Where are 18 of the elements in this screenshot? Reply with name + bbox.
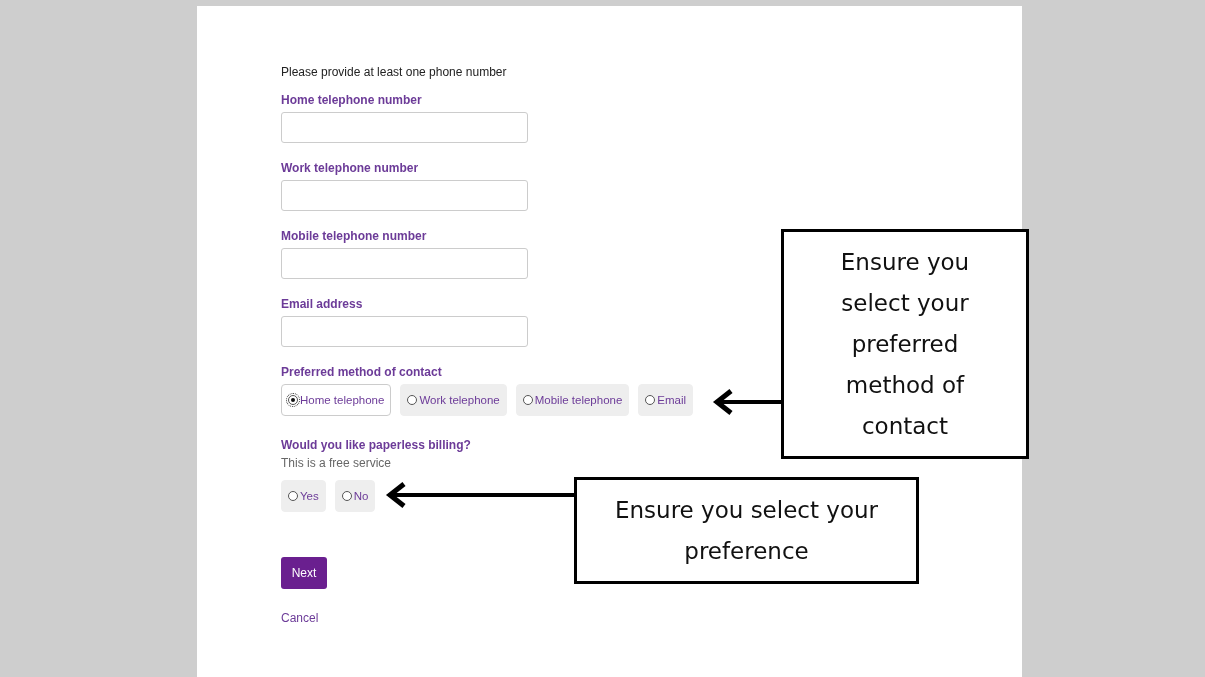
field-label: Would you like paperless billing?	[281, 438, 471, 452]
callout-box: Ensure you select your preference	[574, 477, 919, 584]
field-label: Work telephone number	[281, 161, 419, 175]
field-label: Mobile telephone number	[281, 229, 427, 243]
next-button[interactable]: Next	[281, 557, 327, 589]
cancel-link[interactable]: Cancel	[281, 611, 319, 625]
radio-option[interactable]: Mobile telephone	[515, 384, 630, 416]
radio-option[interactable]: Email	[638, 384, 694, 416]
callout-box: Ensure you select your preferred method of contact	[781, 229, 1029, 459]
field-label: Email address	[281, 297, 363, 311]
hint-text: This is a free service	[281, 456, 392, 470]
radio-option[interactable]: Home telephone	[281, 384, 392, 416]
radio-option[interactable]: Yes	[281, 480, 326, 512]
field-label: Preferred method of contact	[281, 365, 442, 379]
field-label: Home telephone number	[281, 93, 422, 107]
instruction-text: Please provide at least one phone number	[281, 65, 507, 79]
radio-option[interactable]: Work telephone	[400, 384, 507, 416]
radio-option[interactable]: No	[334, 480, 376, 512]
